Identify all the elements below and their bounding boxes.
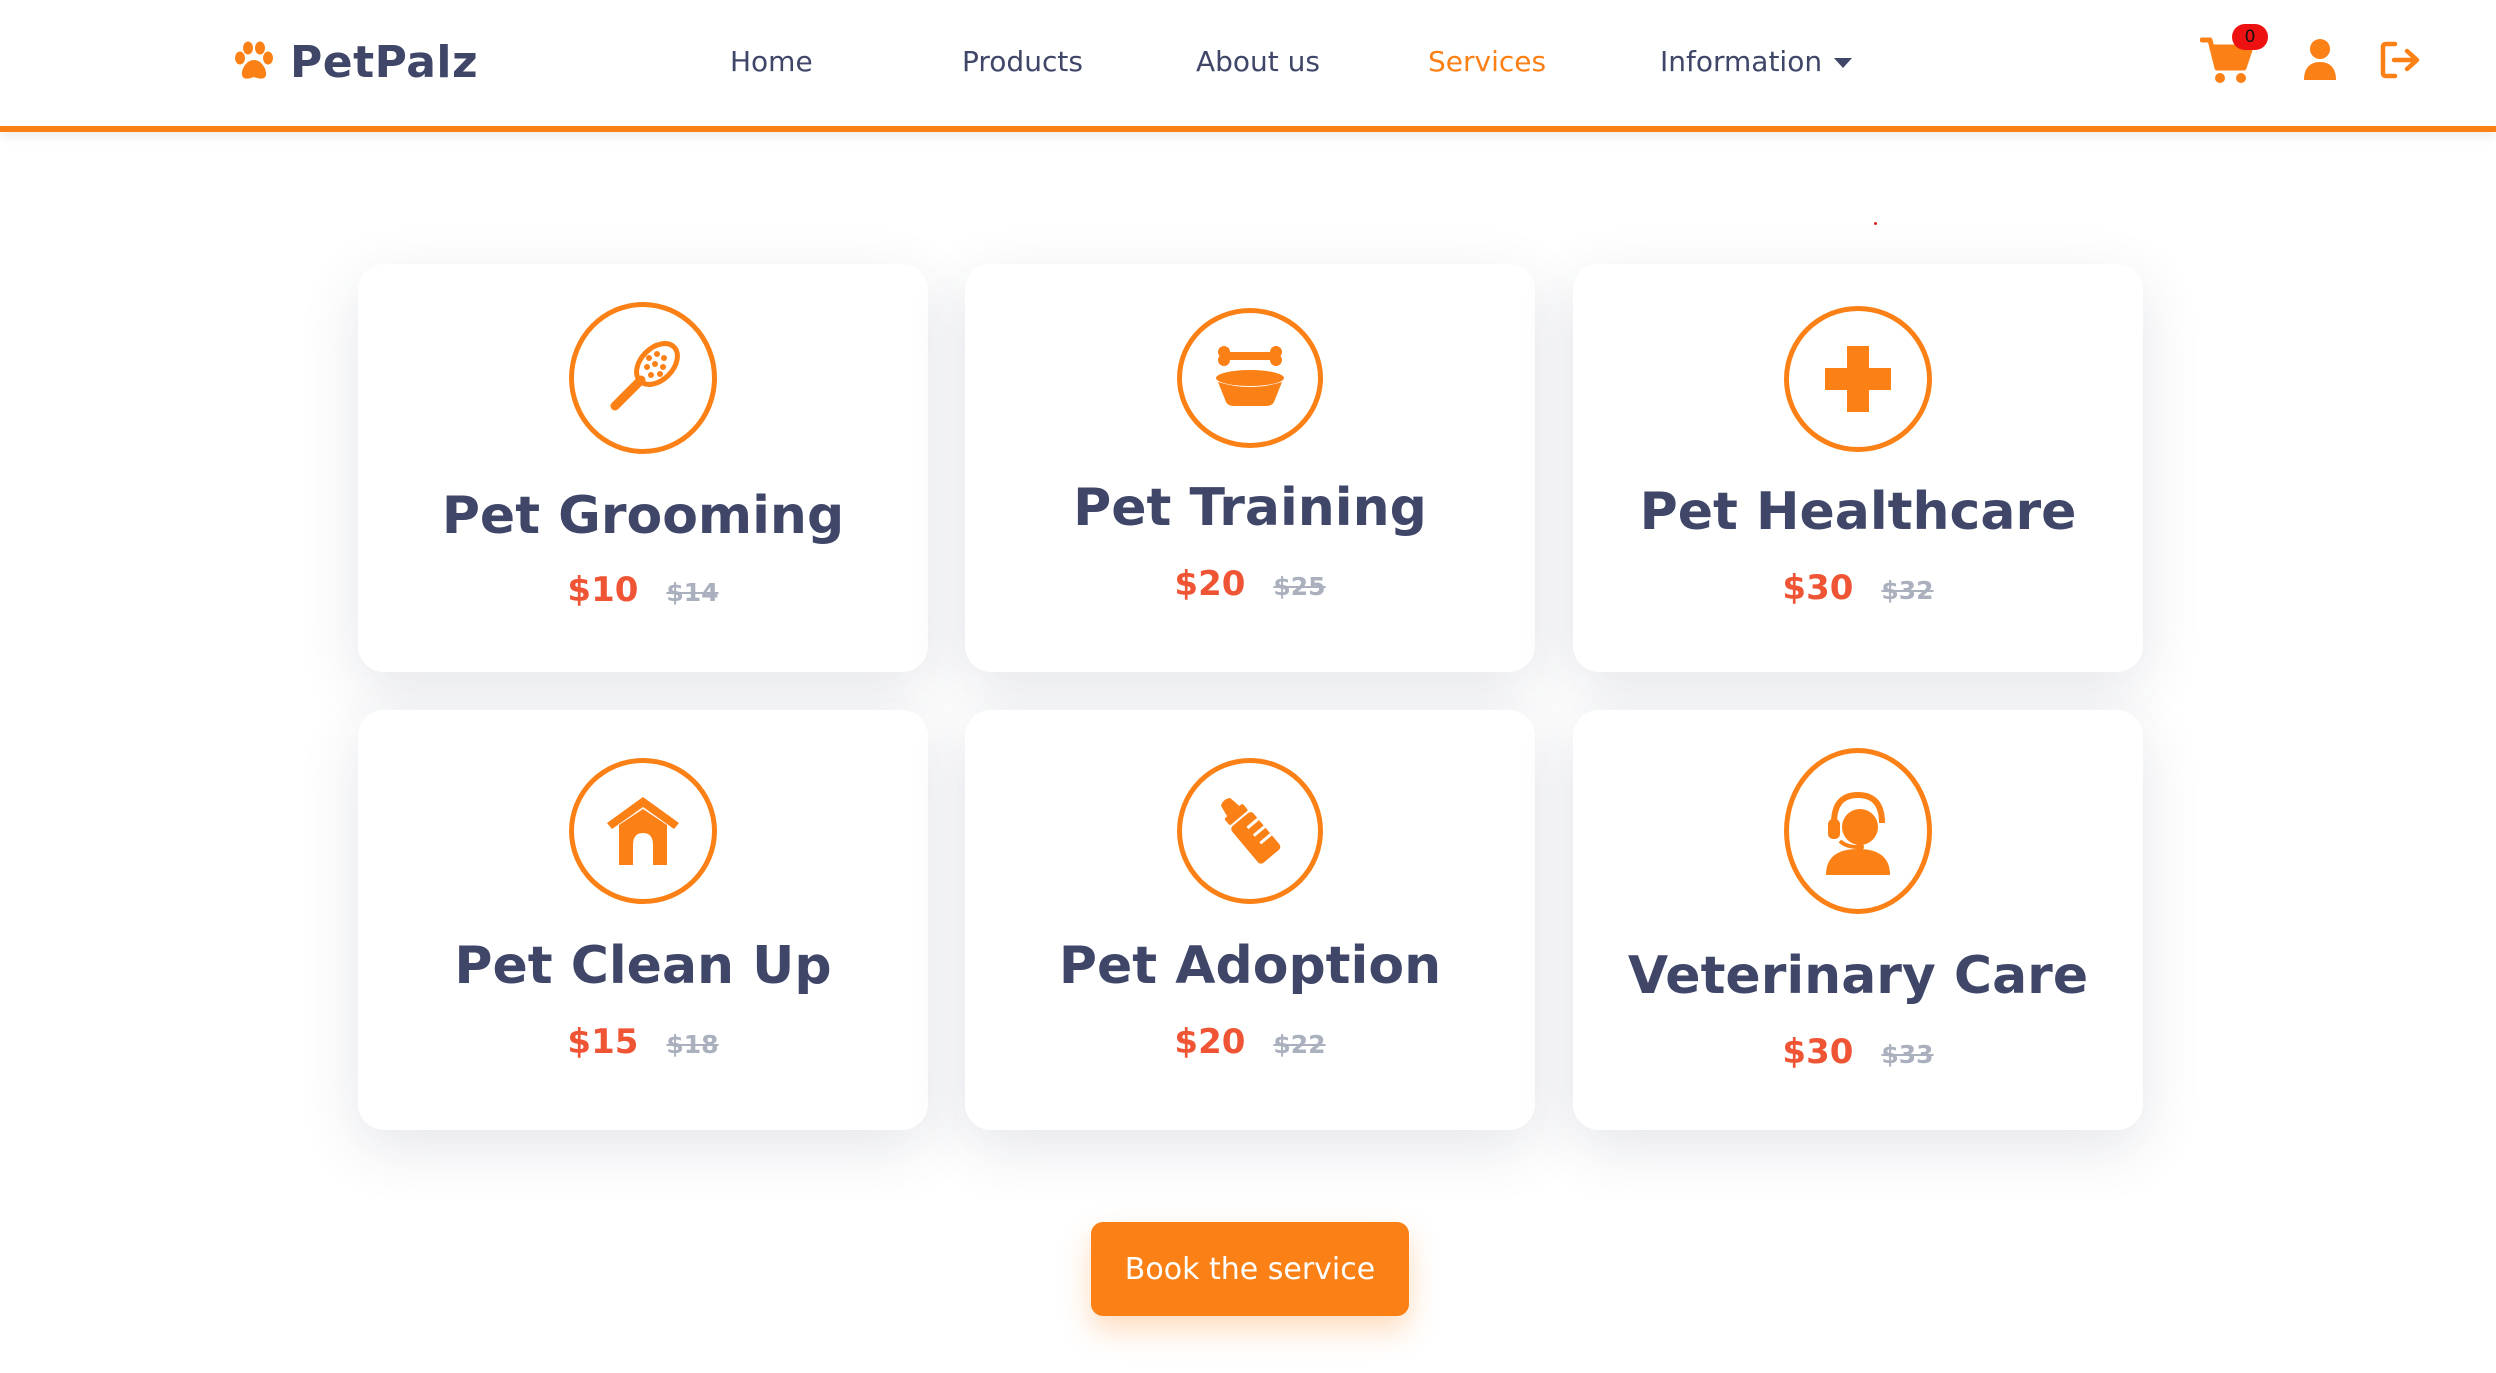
service-old-price: $33 xyxy=(1881,1040,1934,1069)
service-title: Veterinary Care xyxy=(1627,946,2089,1006)
service-card-veterinary-care[interactable]: Veterinary Care $30 $33 xyxy=(1573,710,2143,1130)
caret-down-icon xyxy=(1834,58,1853,68)
nav-home[interactable]: Home xyxy=(730,40,813,84)
service-old-price: $18 xyxy=(666,1030,719,1059)
service-title: Pet Grooming xyxy=(441,486,845,546)
brand-name: PetPalz xyxy=(290,36,479,88)
medical-cross-icon xyxy=(1825,346,1891,412)
service-price: $15 xyxy=(567,1022,639,1062)
nav-information-dropdown[interactable]: Information xyxy=(1660,40,1853,84)
vet-headset-icon xyxy=(1826,791,1890,875)
book-service-button[interactable]: Book the service xyxy=(1091,1222,1409,1316)
service-old-price: $25 xyxy=(1273,572,1326,601)
grooming-circle xyxy=(569,302,717,454)
sign-out-icon[interactable] xyxy=(2380,40,2422,80)
service-card-pet-adoption[interactable]: Pet Adoption $20 $22 xyxy=(965,710,1535,1130)
price-row: $10 $14 xyxy=(358,570,928,610)
service-card-pet-grooming[interactable]: Pet Grooming $10 $14 xyxy=(358,264,928,672)
price-row: $20 $22 xyxy=(965,1022,1535,1062)
nav-services[interactable]: Services xyxy=(1428,40,1546,84)
service-card-pet-healthcare[interactable]: Pet Healthcare $30 $32 xyxy=(1573,264,2143,672)
grooming-brush-icon xyxy=(610,341,680,411)
service-price: $20 xyxy=(1174,564,1246,604)
service-card-pet-clean-up[interactable]: Pet Clean Up $15 $18 xyxy=(358,710,928,1130)
brand-logo[interactable]: PetPalz xyxy=(232,30,478,94)
top-navbar: PetPalz Home Products About us Services … xyxy=(0,0,2496,132)
user-icon[interactable] xyxy=(2302,38,2338,82)
service-price: $20 xyxy=(1174,1022,1246,1062)
nav-products[interactable]: Products xyxy=(962,40,1083,84)
price-row: $30 $33 xyxy=(1573,1032,2143,1072)
service-title: Pet Adoption xyxy=(1058,936,1442,996)
nav-about-us[interactable]: About us xyxy=(1196,40,1320,84)
nav-information-label: Information xyxy=(1660,45,1823,78)
healthcare-circle xyxy=(1784,306,1932,452)
dog-house-icon xyxy=(607,797,679,865)
service-price: $30 xyxy=(1782,1032,1854,1072)
service-title: Pet Clean Up xyxy=(454,936,832,996)
training-circle xyxy=(1177,308,1323,448)
paw-icon xyxy=(235,41,273,79)
service-title: Pet Training xyxy=(1073,478,1427,538)
stray-dot xyxy=(1874,222,1877,225)
clean-up-circle xyxy=(569,758,717,904)
service-title: Pet Healthcare xyxy=(1639,482,2077,542)
veterinary-circle xyxy=(1784,748,1932,914)
price-row: $30 $32 xyxy=(1573,568,2143,608)
price-row: $20 $25 xyxy=(965,564,1535,604)
feeding-bottle-icon xyxy=(1220,798,1281,864)
price-row: $15 $18 xyxy=(358,1022,928,1062)
service-old-price: $32 xyxy=(1881,576,1934,605)
cart-count-badge: 0 xyxy=(2232,24,2268,50)
service-price: $10 xyxy=(567,570,639,610)
service-card-pet-training[interactable]: Pet Training $20 $25 xyxy=(965,264,1535,672)
bone-bowl-icon xyxy=(1216,346,1284,406)
service-price: $30 xyxy=(1782,568,1854,608)
service-old-price: $22 xyxy=(1273,1030,1326,1059)
adoption-circle xyxy=(1177,758,1323,904)
service-old-price: $14 xyxy=(666,578,719,607)
